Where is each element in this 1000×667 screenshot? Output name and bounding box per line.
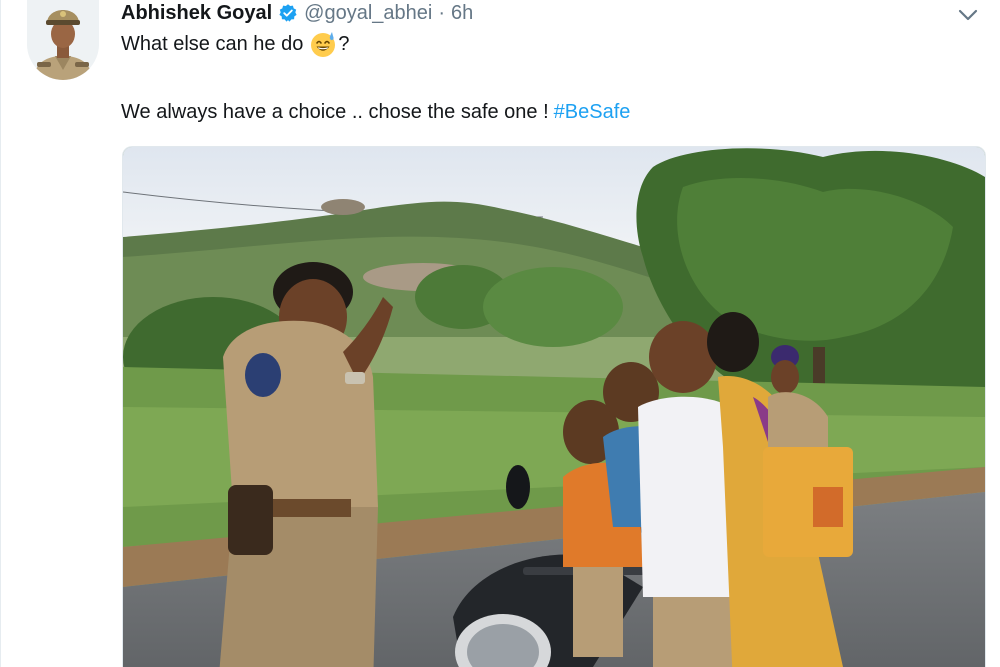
tweet-text-line-1: What else can he do ? — [121, 30, 349, 58]
tweet-photo[interactable] — [122, 146, 986, 667]
photo-illustration — [123, 147, 985, 667]
author-handle[interactable]: @goyal_abhei — [304, 2, 432, 25]
hashtag-link[interactable]: #BeSafe — [554, 101, 631, 124]
tweet-timestamp[interactable]: 6h — [451, 2, 473, 25]
tweet-text-line-2: We always have a choice .. chose the saf… — [121, 98, 630, 126]
tweet-text-part: We always have a choice .. chose the saf… — [121, 100, 549, 123]
author-name[interactable]: Abhishek Goyal — [121, 2, 272, 25]
tweet-header: Abhishek Goyal @goyal_abhei · 6h — [121, 0, 473, 26]
author-avatar[interactable] — [27, 0, 99, 80]
grinning-face-with-sweat-emoji-icon — [309, 30, 337, 58]
tweet-text-part: What else can he do — [121, 32, 304, 55]
avatar-image — [27, 0, 99, 80]
header-separator: · — [438, 1, 446, 24]
verified-badge-icon — [278, 3, 298, 23]
tweet-text-part: ? — [338, 32, 350, 55]
chevron-down-icon[interactable] — [957, 6, 979, 24]
tweet[interactable]: Abhishek Goyal @goyal_abhei · 6h What el… — [0, 0, 1000, 667]
